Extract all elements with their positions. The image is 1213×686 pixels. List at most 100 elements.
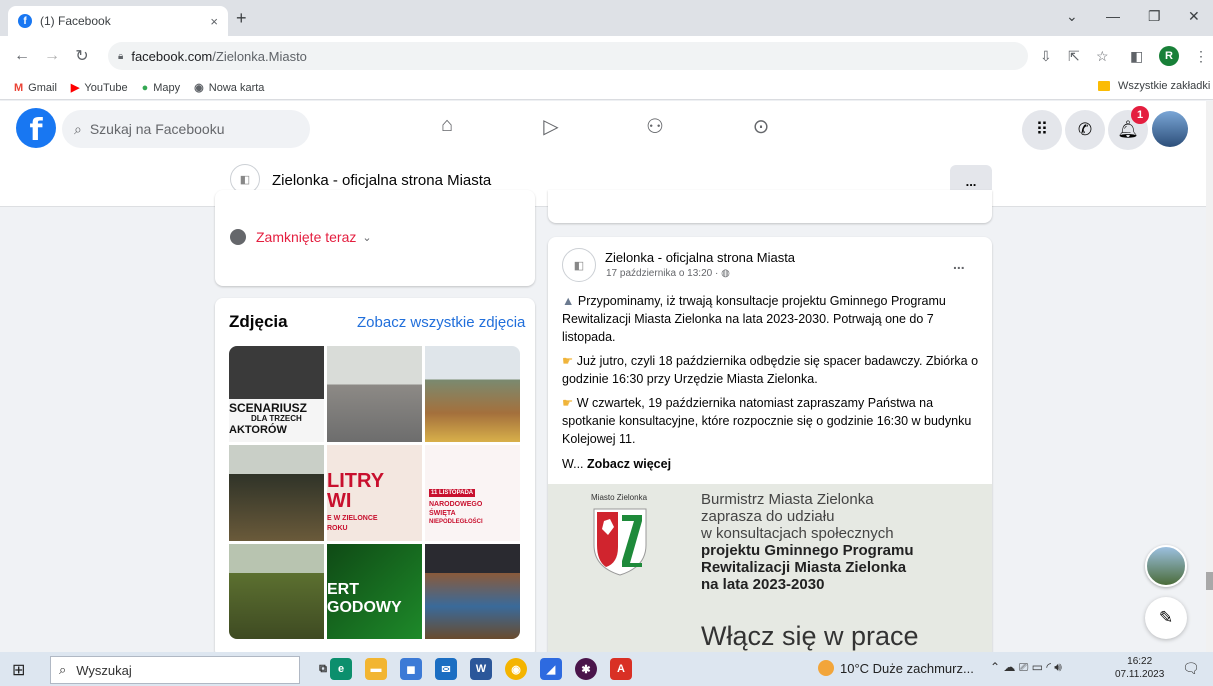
menu-grid-button[interactable]: ⠿	[1022, 110, 1062, 150]
post-timestamp[interactable]: 17 października o 13:20 · ◍	[606, 268, 730, 279]
tab-search-icon[interactable]: ⌄	[1066, 8, 1078, 25]
photo-caption: WI	[327, 490, 352, 512]
all-bookmarks[interactable]: Wszystkie zakładki	[1098, 80, 1210, 92]
windows-start-icon[interactable]: ⊞	[12, 660, 25, 680]
gmail-icon: M	[14, 81, 24, 94]
side-panel-icon[interactable]: ◧	[1130, 48, 1143, 65]
url-host: facebook.com	[131, 48, 213, 64]
photo-thumbnail[interactable]	[229, 445, 324, 541]
globe-icon: ◍	[721, 268, 730, 279]
poster-line: zaprasza do udziału	[701, 508, 835, 525]
install-icon[interactable]: ⇩	[1040, 48, 1052, 65]
poster-line: na lata 2023-2030	[701, 576, 825, 593]
back-arrow-icon[interactable]: ←	[14, 47, 30, 65]
pointing-hand-icon: ☛	[562, 354, 577, 368]
crest-label: Miasto Zielonka	[591, 493, 648, 502]
acrobat-icon[interactable]: A	[610, 658, 632, 680]
photo-thumbnail[interactable]	[425, 544, 520, 639]
photos-app-icon[interactable]: ◢	[540, 658, 562, 680]
edge-icon[interactable]: e	[330, 658, 352, 680]
photo-thumbnail[interactable]	[327, 346, 422, 442]
bookmark-label: Nowa karta	[208, 81, 265, 94]
bookmark-maps[interactable]: ● Mapy	[142, 82, 181, 94]
facebook-logo-icon[interactable]: f	[16, 108, 56, 148]
system-tray-icons[interactable]: ⌃ ☁ ⎚ ▭ ◜ 🔊︎	[990, 660, 1062, 675]
messenger-button[interactable]: ✆	[1065, 110, 1105, 150]
bookmark-gmail[interactable]: M Gmail	[14, 82, 57, 94]
chat-head-avatar[interactable]	[1145, 545, 1187, 587]
weather-widget[interactable]: 10°C Duże zachmurz...	[818, 660, 974, 676]
video-icon[interactable]: ▷	[536, 114, 566, 139]
profile-avatar[interactable]: R	[1159, 46, 1179, 66]
browser-tab[interactable]: f (1) Facebook ×	[8, 6, 228, 36]
photo-thumbnail[interactable]: 11 LISTOPADA NARODOWEGO ŚWIĘTA NIEPODLEG…	[425, 445, 520, 541]
reload-icon[interactable]: ↻	[74, 46, 90, 66]
chrome-icon[interactable]: ◉	[505, 658, 527, 680]
bookmark-star-icon[interactable]: ☆	[1096, 48, 1109, 65]
photo-thumbnail[interactable]	[425, 346, 520, 442]
page-scrollbar[interactable]	[1206, 101, 1213, 652]
photo-caption: DLA TRZECH	[251, 414, 302, 423]
photo-caption: E W ZIELONCE	[327, 515, 378, 522]
new-message-button[interactable]: ✎	[1145, 597, 1187, 639]
slack-icon[interactable]: ✱	[575, 658, 597, 680]
facebook-search-input[interactable]: ⌕ Szukaj na Facebooku	[62, 110, 310, 148]
taskbar-search-placeholder: Wyszukaj	[76, 662, 132, 678]
photo-thumbnail[interactable]: ERT GODOWY	[327, 544, 422, 639]
truncated-text: W...	[562, 457, 587, 471]
mail-icon[interactable]: ✉	[435, 658, 457, 680]
photo-caption: ŚWIĘTA	[429, 510, 456, 517]
photo-caption: GODOWY	[327, 599, 402, 616]
groups-icon[interactable]: ⚇	[640, 114, 670, 139]
bookmark-new-tab[interactable]: ◉ Nowa karta	[194, 81, 265, 95]
poster-line: Burmistrz Miasta Zielonka	[701, 491, 874, 508]
photo-thumbnail[interactable]: SCENARIUSZ DLA TRZECH AKTORÓW	[229, 346, 324, 442]
photo-thumbnail[interactable]	[229, 544, 324, 639]
account-avatar[interactable]	[1152, 111, 1188, 147]
globe-icon: ◉	[194, 82, 204, 94]
city-crest-icon	[593, 508, 647, 576]
home-icon[interactable]: ⌂	[432, 114, 462, 137]
scrollbar-thumb[interactable]	[1206, 572, 1213, 590]
poster-line: Rewitalizacji Miasta Zielonka	[701, 559, 907, 576]
bookmark-label: Mapy	[153, 81, 181, 94]
compose-icon: ✎	[1158, 608, 1174, 627]
gaming-icon[interactable]: ⊙	[746, 114, 776, 139]
post-more-button[interactable]: ...	[953, 256, 965, 272]
youtube-icon: ▶	[70, 82, 80, 94]
menu-dots-icon[interactable]: ⋮	[1194, 48, 1208, 65]
photo-caption: 11 LISTOPADA	[429, 489, 476, 497]
photo-thumbnail[interactable]: LITRY WI E W ZIELONCE ROKU	[327, 445, 422, 541]
see-all-photos-link[interactable]: Zobacz wszystkie zdjęcia	[357, 314, 525, 331]
action-center-icon[interactable]: 🗨︎	[1182, 660, 1200, 677]
poster-headline: Włącz się w prace	[701, 621, 919, 651]
taskbar-search-input[interactable]: ⌕ Wyszukaj	[50, 656, 300, 684]
new-tab-button[interactable]: +	[236, 8, 247, 29]
post-author[interactable]: Zielonka - oficjalna strona Miasta	[605, 250, 795, 265]
close-window-button[interactable]: ✕	[1188, 8, 1200, 25]
page-title[interactable]: Zielonka - oficjalna strona Miasta	[272, 172, 491, 189]
photo-caption: AKTORÓW	[229, 424, 287, 436]
clock-time: 16:22	[1127, 656, 1153, 667]
photo-caption: SCENARIUSZ	[229, 401, 308, 415]
url-path: /Zielonka.Miasto	[212, 48, 307, 64]
tab-title: (1) Facebook	[40, 14, 111, 28]
store-icon[interactable]: ◼	[400, 658, 422, 680]
minimize-button[interactable]: —	[1106, 8, 1120, 24]
post-author-avatar[interactable]: ◧	[562, 248, 596, 282]
post-truncated: W... Zobacz więcej	[562, 457, 671, 471]
see-more-link[interactable]: Zobacz więcej	[587, 457, 671, 471]
poster-text: Burmistrz Miasta Zielonka zaprasza do ud…	[701, 491, 914, 593]
share-icon[interactable]: ⇱	[1068, 48, 1080, 65]
restore-button[interactable]: ❐	[1148, 8, 1161, 25]
address-bar[interactable]: 🔒︎ facebook.com/Zielonka.Miasto	[108, 42, 1028, 70]
word-icon[interactable]: W	[470, 658, 492, 680]
weather-text: 10°C Duże zachmurz...	[840, 660, 974, 676]
weather-icon	[818, 660, 834, 676]
bookmark-youtube[interactable]: ▶ YouTube	[70, 81, 128, 95]
forward-arrow-icon[interactable]: →	[44, 47, 60, 65]
taskbar-clock[interactable]: 16:22 07.11.2023	[1115, 655, 1164, 681]
tab-close-icon[interactable]: ×	[210, 14, 218, 29]
opening-hours[interactable]: Zamknięte teraz ⌄	[230, 229, 372, 245]
file-explorer-icon[interactable]: ▬	[365, 658, 387, 680]
